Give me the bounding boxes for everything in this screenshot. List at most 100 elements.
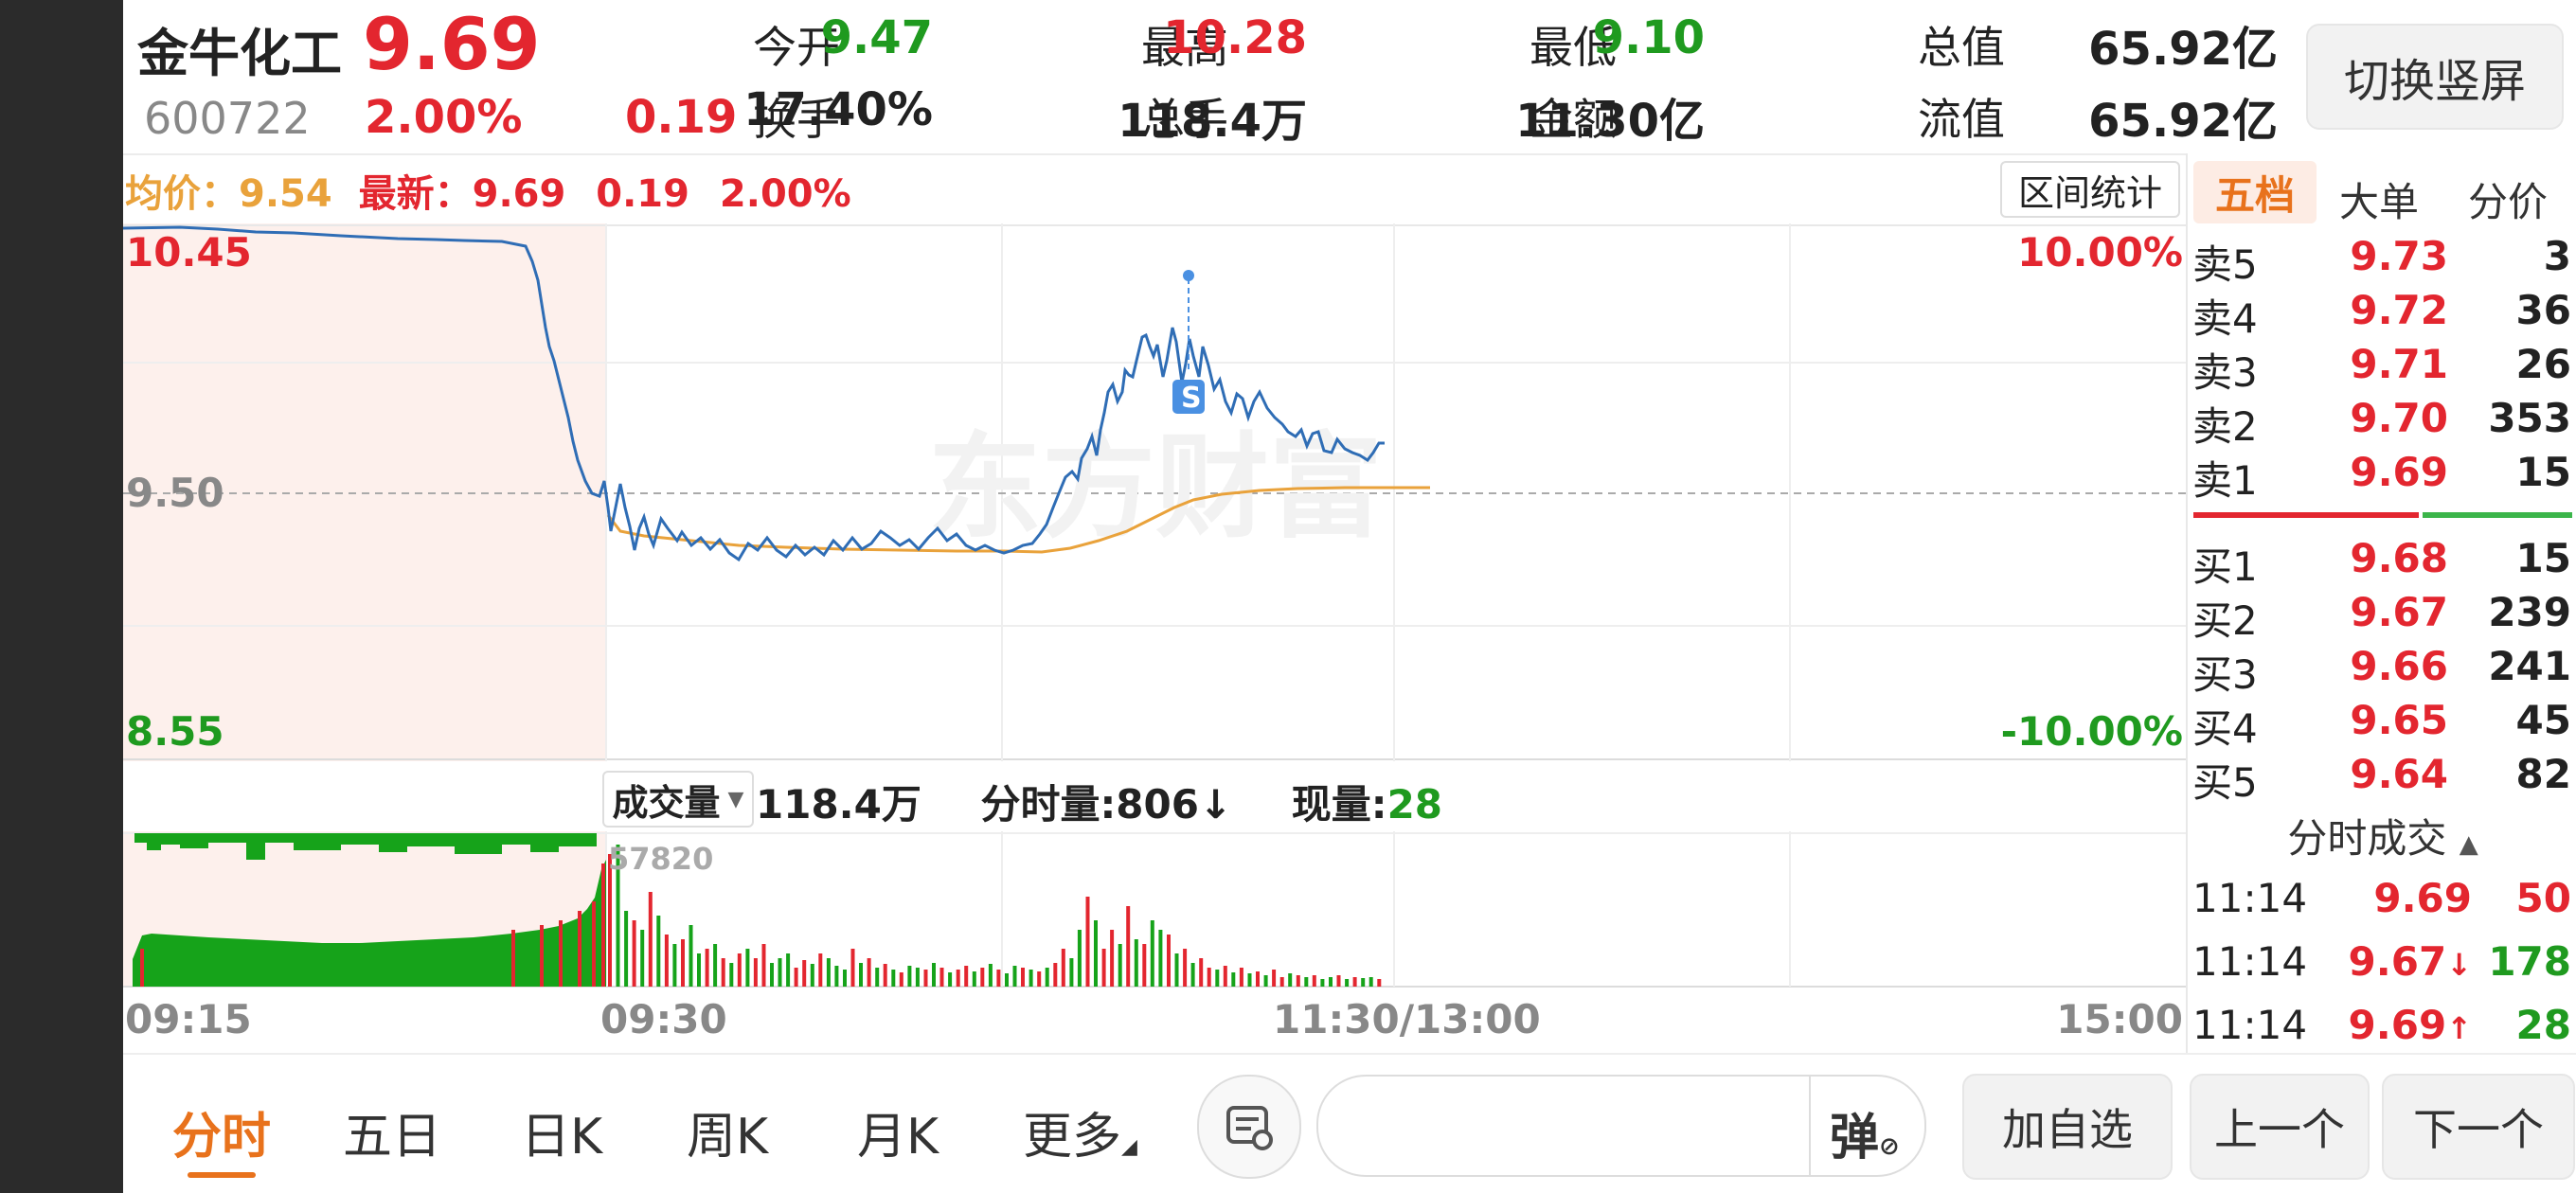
volume-bar [1352,977,1357,987]
caret-up-icon: ▲ [2459,830,2478,859]
level-label: 卖4 [2192,295,2258,342]
tab-intraday[interactable]: 分时 [172,1096,271,1167]
volume-bar [632,920,636,987]
volume-chart[interactable]: 57820 [123,831,2188,988]
bid-row[interactable]: 买5 9.64 82 [2192,751,2571,806]
tab-monthly-k[interactable]: 月K [857,1096,939,1167]
volume-bar [648,892,653,987]
tab-daily-k[interactable]: 日K [521,1096,602,1167]
trade-price: 9.69 [2373,875,2472,921]
volume-bar [1256,971,1260,987]
volume-bar [721,958,725,987]
signal-marker-dot [1183,270,1194,281]
volume-selector-label: 成交量 [612,781,721,824]
ask-row[interactable]: 卖5 9.73 3 [2192,233,2571,288]
bid-ask-ratio-bar [2193,512,2572,518]
next-stock-button[interactable]: 下一个 [2382,1074,2575,1180]
comment-icon [1226,1106,1273,1150]
volume-bar [1304,977,1309,987]
stat-value-4: 17.40% [743,83,933,136]
level-label: 卖2 [2192,403,2258,450]
volume-bar [1021,968,1025,987]
pct-axis-top: 10.00% [2017,229,2183,276]
volume-bar [923,970,928,987]
volume-bar [624,911,629,987]
price-chart[interactable]: 东方财富 S [123,223,2188,761]
volume-bar [1012,966,1017,987]
volume-bar [786,953,791,987]
volume-bar [956,970,960,987]
ask-row[interactable]: 卖1 9.69 15 [2192,449,2571,504]
bullet-off-icon: ⊘ [1879,1132,1900,1161]
volume-bar [1045,968,1049,987]
volume-bar [1272,970,1277,987]
bid-row[interactable]: 买3 9.66 241 [2192,643,2571,698]
level-label: 卖5 [2192,241,2258,288]
tab-weekly-k[interactable]: 周K [687,1096,768,1167]
auction-buy-bar [140,949,144,987]
level-price: 9.65 [2350,697,2448,743]
comment-input[interactable]: 弹⊘ [1316,1075,1926,1177]
tab-more[interactable]: 更多◢ [1023,1096,1137,1167]
level-volume: 45 [2515,697,2571,743]
level-volume: 82 [2515,751,2571,797]
tab-price-distribution[interactable]: 分价 [2468,170,2548,228]
trade-price: 9.67↓ [2348,938,2472,985]
tab-more-label: 更多 [1023,1109,1122,1166]
volume-bar [1142,944,1147,987]
volume-bar [664,935,669,987]
level-label: 卖3 [2192,349,2258,396]
tab-five-day[interactable]: 五日 [343,1096,441,1167]
prev-stock-button[interactable]: 上一个 [2190,1074,2370,1180]
trade-time: 11:14 [2192,938,2308,985]
tab-five-level-label: 五档 [2214,171,2295,219]
comment-icon-button[interactable] [1197,1075,1301,1179]
level-label: 买2 [2192,597,2258,644]
ask-row[interactable]: 卖3 9.71 26 [2192,341,2571,396]
volume-bar [1037,971,1042,987]
right-panel-divider [2186,153,2188,1053]
volume-bar [915,968,920,987]
latest-change: 0.19 [596,172,689,216]
level-label: 买5 [2192,759,2258,806]
volume-bar [907,966,912,987]
bid-row[interactable]: 买1 9.68 15 [2192,535,2571,590]
volume-bar [1110,930,1115,987]
stat-value-5: 118.4万 [1118,95,1307,148]
volume-bar [850,949,855,987]
add-watchlist-button[interactable]: 加自选 [1962,1074,2173,1180]
interval-stats-button[interactable]: 区间统计 [2000,161,2180,218]
trade-direction-icon: ↓ [2446,947,2472,983]
bullet-toggle-label: 弹 [1830,1110,1880,1166]
volume-bar [1263,975,1268,987]
auction-buy-bar [578,911,581,987]
down-arrow-icon: ↓ [1198,781,1233,828]
tab-large-orders[interactable]: 大单 [2339,170,2419,228]
bid-row[interactable]: 买4 9.65 45 [2192,697,2571,752]
volume-selector[interactable]: 成交量 ▼ [602,771,754,828]
ask-row[interactable]: 卖4 9.72 36 [2192,287,2571,342]
tab-five-level[interactable]: 五档 [2193,161,2317,223]
volume-bar [681,939,685,987]
switch-portrait-button[interactable]: 切换竖屏 [2306,24,2564,130]
trade-volume: 28 [2515,1002,2571,1048]
bullet-toggle-button[interactable]: 弹⊘ [1830,1097,1900,1168]
volume-bar [834,966,839,987]
trade-time: 11:14 [2192,1002,2308,1048]
volume-bar [1053,963,1058,987]
bid-row[interactable]: 买2 9.67 239 [2192,589,2571,644]
bottom-divider [123,1053,2576,1055]
stat-value-2: 9.10 [1592,11,1705,64]
volume-bar [1223,966,1227,987]
stat-value-7: 65.92亿 [2088,95,2278,148]
bid-ratio-segment [2423,512,2572,518]
time-label-0915: 09:15 [125,996,252,1042]
volume-bar [1158,930,1163,987]
ask-row[interactable]: 卖2 9.70 353 [2192,395,2571,450]
volume-bar [1312,975,1316,987]
level-label: 买1 [2192,543,2258,590]
latest-pct: 2.00% [719,172,851,216]
volume-bar [1345,979,1350,987]
trades-header[interactable]: 分时成交 ▲ [2193,807,2572,864]
y-axis-bottom: 8.55 [126,708,224,755]
